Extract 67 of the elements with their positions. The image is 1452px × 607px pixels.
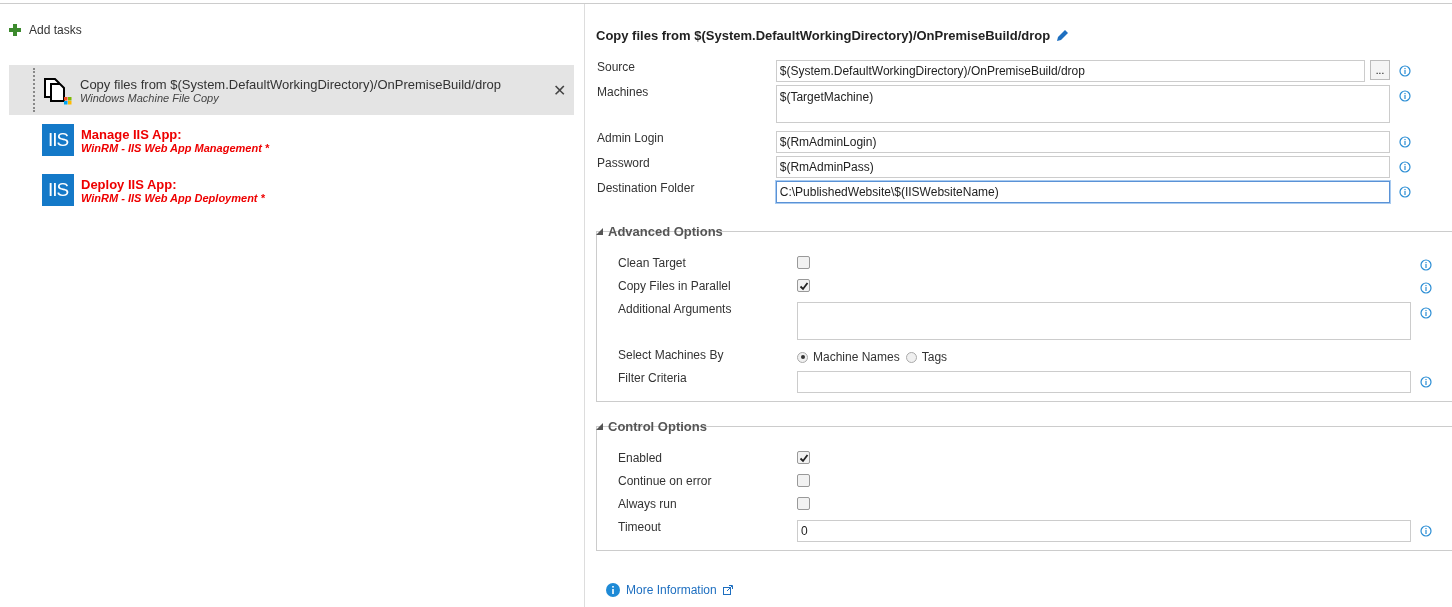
checkbox[interactable] [797,474,810,487]
radio-label: Machine Names [813,350,900,364]
info-icon[interactable] [1399,161,1411,173]
iis-icon: IIS [42,124,74,156]
task-title: Copy files from $(System.DefaultWorkingDirectory)/OnPremiseBuild/drop [80,76,502,92]
plus-icon [9,24,21,36]
task-subtitle: WinRM - IIS Web App Management * [81,141,271,154]
checkbox[interactable] [797,279,810,292]
radio-label: Tags [921,350,948,364]
field-label: Copy Files in Parallel [618,279,732,293]
info-icon[interactable] [1420,376,1432,388]
field-label: Filter Criteria [618,371,688,385]
input-field[interactable]: $(RmAdminPass) [775,156,1390,178]
drag-handle[interactable] [33,68,38,112]
info-icon[interactable] [1399,136,1411,148]
field-label: Machines [596,85,650,99]
task-heading: Copy files from $(System.DefaultWorkingDirectory)/OnPremiseBuild/drop [596,27,1051,43]
field-label: Select Machines By [618,348,725,362]
collapse-triangle-icon[interactable] [596,227,603,235]
remove-button[interactable]: ✕ [551,80,568,100]
info-icon[interactable] [1420,282,1432,294]
task-item[interactable]: Copy files from $(System.DefaultWorkingDirectory)/OnPremiseBuild/drop Windows Machine File Copy ✕ [9,65,574,115]
radio-button[interactable] [797,351,808,363]
field-label: Clean Target [618,256,687,270]
section-title[interactable]: Control Options [608,418,713,434]
field-label: Additional Arguments [618,302,733,316]
more-information-link[interactable]: More Information [626,583,717,597]
field-label: Timeout [618,520,662,534]
input-field[interactable]: $(TargetMachine) [775,85,1390,123]
add-tasks-button[interactable]: Add tasks [9,22,584,38]
task-item[interactable]: IIS Deploy IIS App: WinRM - IIS Web App Deployment * [9,165,574,215]
iis-icon: IIS [42,174,74,206]
input-field[interactable] [797,371,1411,393]
info-icon[interactable] [1420,259,1432,271]
info-icon[interactable] [1399,90,1411,102]
field-label: Destination Folder [596,181,696,195]
field-label: Enabled [618,451,664,465]
task-item[interactable]: IIS Manage IIS App: WinRM - IIS Web App Management * [9,115,574,165]
task-title: Deploy IIS App: [81,176,178,192]
input-field[interactable]: $(RmAdminLogin) [775,131,1390,153]
checkbox[interactable] [797,497,810,510]
pencil-icon[interactable] [1056,28,1070,42]
field-label: Admin Login [596,131,665,145]
task-subtitle: Windows Machine File Copy [80,91,219,104]
file-copy-icon [42,75,72,105]
field-label: Always run [618,497,678,511]
info-icon[interactable] [1399,186,1411,198]
section-title[interactable]: Advanced Options [608,223,729,239]
browse-button[interactable]: ... [1370,60,1390,80]
checkbox[interactable] [797,256,810,269]
info-icon[interactable] [1420,525,1432,537]
info-icon [606,583,620,597]
input-field[interactable] [797,302,1411,340]
info-icon[interactable] [1420,307,1432,319]
external-link-icon [722,585,733,595]
checkbox[interactable] [797,451,810,464]
input-field[interactable]: C:\PublishedWebsite\$(IISWebsiteName) [775,181,1390,203]
input-field[interactable]: $(System.DefaultWorkingDirectory)/OnPremiseBuild/drop [775,60,1365,82]
field-label: Continue on error [618,474,713,488]
info-icon[interactable] [1399,65,1411,77]
task-title: Manage IIS App: [81,126,183,142]
input-field[interactable]: 0 [797,520,1411,542]
field-label: Password [596,156,651,170]
field-label: Source [596,60,637,74]
radio-button[interactable] [905,351,917,363]
task-subtitle: WinRM - IIS Web App Deployment * [81,191,266,204]
collapse-triangle-icon[interactable] [596,422,603,430]
